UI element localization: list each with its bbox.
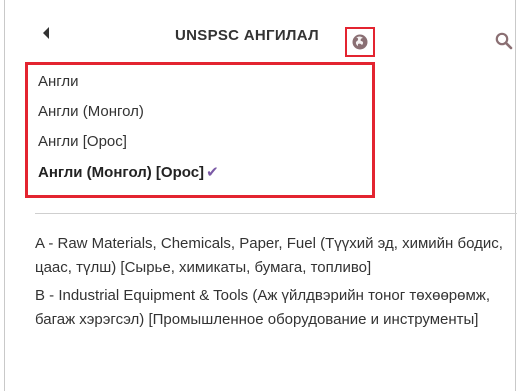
language-toggle-button[interactable] <box>345 27 375 57</box>
language-dropdown-menu: Англи Англи (Монгол) Англи [Орос] Англи … <box>25 62 375 198</box>
search-icon <box>495 32 513 50</box>
language-option-label: Англи (Монгол) [Орос] <box>38 164 205 181</box>
language-option-english-russian[interactable]: Англи [Орос] <box>38 133 127 150</box>
language-option-label: Англи [Орос] <box>38 133 127 150</box>
divider <box>35 213 517 214</box>
back-button[interactable] <box>41 26 53 42</box>
language-option-english-mongolian-russian[interactable]: Англи (Монгол) [Орос] ✔ <box>38 163 219 181</box>
segment-item-a[interactable]: A - Raw Materials, Chemicals, Paper, Fue… <box>35 232 505 280</box>
page-title: UNSPSC АНГИЛАЛ <box>175 27 319 44</box>
search-button[interactable] <box>495 32 513 50</box>
language-option-english-mongolian[interactable]: Англи (Монгол) <box>38 103 144 120</box>
language-option-label: Англи (Монгол) <box>38 103 144 120</box>
language-option-english[interactable]: Англи <box>38 73 79 90</box>
segment-list: A - Raw Materials, Chemicals, Paper, Fue… <box>35 232 505 336</box>
language-option-label: Англи <box>38 73 79 90</box>
unspsc-panel: UNSPSC АНГИЛАЛ Англи Англи (Монгол) Англ… <box>4 0 517 391</box>
panel-header: UNSPSC АНГИЛАЛ <box>5 0 515 60</box>
segment-item-b[interactable]: B - Industrial Equipment & Tools (Аж үйл… <box>35 284 505 332</box>
caret-left-icon <box>43 27 49 39</box>
globe-icon <box>352 34 368 50</box>
checkmark-icon: ✔ <box>206 164 219 181</box>
